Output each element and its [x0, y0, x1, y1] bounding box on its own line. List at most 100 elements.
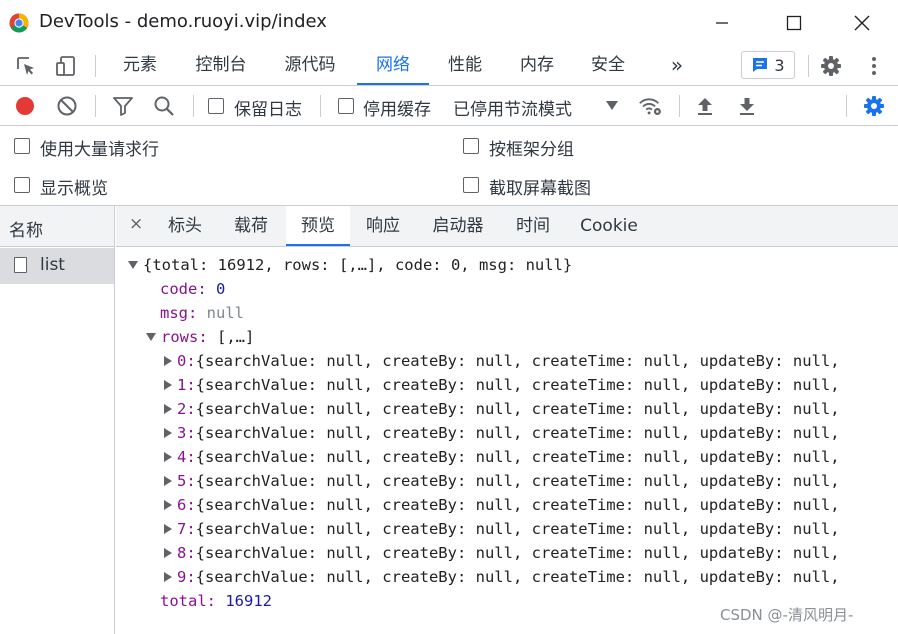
tab-initiator[interactable]: 启动器: [422, 206, 494, 246]
json-row-summary: {searchValue: null, createBy: null, crea…: [195, 424, 840, 442]
search-icon: [154, 96, 174, 116]
filter-button[interactable]: [111, 94, 135, 118]
tab-headers[interactable]: 标头: [158, 206, 212, 246]
network-settings-button[interactable]: [862, 94, 886, 118]
minimize-button[interactable]: [702, 8, 742, 38]
json-root-node[interactable]: {total: 16912, rows: [,…], code: 0, msg:…: [128, 254, 572, 276]
device-toolbar-button[interactable]: [54, 54, 78, 78]
json-key: code:: [160, 280, 207, 298]
network-toolbar: 保留日志 停用缓存 已停用节流模式: [0, 86, 898, 126]
maximize-button[interactable]: [774, 8, 814, 38]
json-row-item[interactable]: 1:{searchValue: null, createBy: null, cr…: [164, 374, 840, 396]
settings-button[interactable]: [819, 54, 843, 78]
json-row-index: 3:: [177, 424, 196, 442]
collapsed-triangle-icon: [164, 524, 172, 534]
export-har-button[interactable]: [735, 94, 759, 118]
json-row-item[interactable]: 7:{searchValue: null, createBy: null, cr…: [164, 518, 840, 540]
watermark: CSDN @-清风明月-: [720, 606, 854, 624]
close-detail-button[interactable]: ×: [129, 214, 143, 234]
more-options-button[interactable]: [862, 54, 886, 78]
window-title: DevTools - demo.ruoyi.vip/index: [39, 11, 327, 32]
request-name: list: [40, 255, 65, 275]
tab-preview[interactable]: 预览: [286, 206, 350, 246]
json-root-summary: {total: 16912, rows: [,…], code: 0, msg:…: [143, 256, 573, 274]
json-key: rows:: [161, 328, 208, 346]
download-icon: [740, 98, 754, 115]
record-icon: [16, 97, 34, 115]
tab-payload[interactable]: 载荷: [224, 206, 278, 246]
collapsed-triangle-icon: [164, 572, 172, 582]
toolbar-divider: [846, 95, 847, 117]
json-row-item[interactable]: 5:{searchValue: null, createBy: null, cr…: [164, 470, 840, 492]
disable-cache-checkbox[interactable]: [338, 98, 354, 114]
collapsed-triangle-icon: [164, 428, 172, 438]
message-icon: [753, 58, 768, 72]
json-row-index: 1:: [177, 376, 196, 394]
json-row-item[interactable]: 0:{searchValue: null, createBy: null, cr…: [164, 350, 840, 372]
json-key: total:: [160, 592, 216, 610]
json-row-summary: {searchValue: null, createBy: null, crea…: [195, 448, 840, 466]
tab-network[interactable]: 网络: [357, 46, 429, 85]
collapsed-triangle-icon: [164, 548, 172, 558]
json-row-index: 9:: [177, 568, 196, 586]
json-row-item[interactable]: 3:{searchValue: null, createBy: null, cr…: [164, 422, 840, 444]
json-value: 16912: [225, 592, 273, 610]
chevron-down-icon: [606, 101, 618, 110]
json-rows-summary: [,…]: [217, 328, 255, 346]
network-conditions-button[interactable]: [638, 94, 662, 118]
json-row-summary: {searchValue: null, createBy: null, crea…: [195, 496, 840, 514]
tab-console[interactable]: 控制台: [185, 46, 257, 85]
show-overview-checkbox[interactable]: [14, 177, 30, 193]
tab-security[interactable]: 安全: [582, 46, 634, 85]
throttling-select[interactable]: 已停用节流模式: [453, 95, 572, 120]
tab-sources[interactable]: 源代码: [274, 46, 346, 85]
title-bar: DevTools - demo.ruoyi.vip/index: [0, 0, 898, 46]
json-row-index: 4:: [177, 448, 196, 466]
close-window-button[interactable]: [842, 8, 882, 38]
json-row-item[interactable]: 2:{searchValue: null, createBy: null, cr…: [164, 398, 840, 420]
show-overview-label: 显示概览: [40, 179, 108, 199]
json-row-item[interactable]: 4:{searchValue: null, createBy: null, cr…: [164, 446, 840, 468]
tab-timing[interactable]: 时间: [506, 206, 560, 246]
network-settings-panel: 使用大量请求行 按框架分组 显示概览 截取屏幕截图: [0, 126, 898, 206]
json-row-item[interactable]: 6:{searchValue: null, createBy: null, cr…: [164, 494, 840, 516]
big-request-rows-checkbox[interactable]: [14, 138, 30, 154]
device-toggle-icon: [56, 56, 75, 76]
json-row-item[interactable]: 9:{searchValue: null, createBy: null, cr…: [164, 566, 840, 588]
capture-screenshots-label: 截取屏幕截图: [489, 179, 591, 199]
record-button[interactable]: [13, 94, 37, 118]
inspect-element-button[interactable]: [14, 54, 38, 78]
json-row-index: 8:: [177, 544, 196, 562]
toolbar-divider: [95, 55, 96, 77]
json-preview: {total: 16912, rows: [,…], code: 0, msg:…: [116, 247, 898, 634]
capture-screenshots-checkbox[interactable]: [463, 177, 479, 193]
json-row-index: 2:: [177, 400, 196, 418]
upload-icon: [698, 98, 712, 115]
preserve-log-checkbox[interactable]: [208, 98, 224, 114]
inspect-cursor-icon: [17, 57, 34, 75]
collapsed-triangle-icon: [164, 404, 172, 414]
filter-icon: [113, 97, 133, 116]
name-column-header[interactable]: 名称: [0, 206, 114, 247]
chrome-logo-icon: [9, 13, 29, 33]
search-button[interactable]: [152, 94, 176, 118]
json-row-index: 6:: [177, 496, 196, 514]
expand-triangle-icon: [128, 261, 138, 269]
tab-response[interactable]: 响应: [356, 206, 410, 246]
import-har-button[interactable]: [693, 94, 717, 118]
tab-performance[interactable]: 性能: [440, 46, 490, 85]
more-tabs-button[interactable]: »: [662, 46, 692, 85]
tab-memory[interactable]: 内存: [509, 46, 565, 85]
tab-elements[interactable]: 元素: [112, 46, 168, 85]
json-row-item[interactable]: 8:{searchValue: null, createBy: null, cr…: [164, 542, 840, 564]
tab-cookies[interactable]: Cookie: [574, 206, 644, 246]
request-row-list[interactable]: list: [0, 248, 114, 284]
clear-button[interactable]: [55, 94, 79, 118]
issues-badge[interactable]: 3: [741, 51, 795, 79]
close-icon: [854, 15, 870, 31]
group-by-frame-checkbox[interactable]: [463, 138, 479, 154]
request-list-panel: 名称 list: [0, 206, 115, 634]
json-rows-node[interactable]: rows: [,…]: [146, 326, 254, 348]
collapsed-triangle-icon: [164, 452, 172, 462]
json-row-index: 5:: [177, 472, 196, 490]
